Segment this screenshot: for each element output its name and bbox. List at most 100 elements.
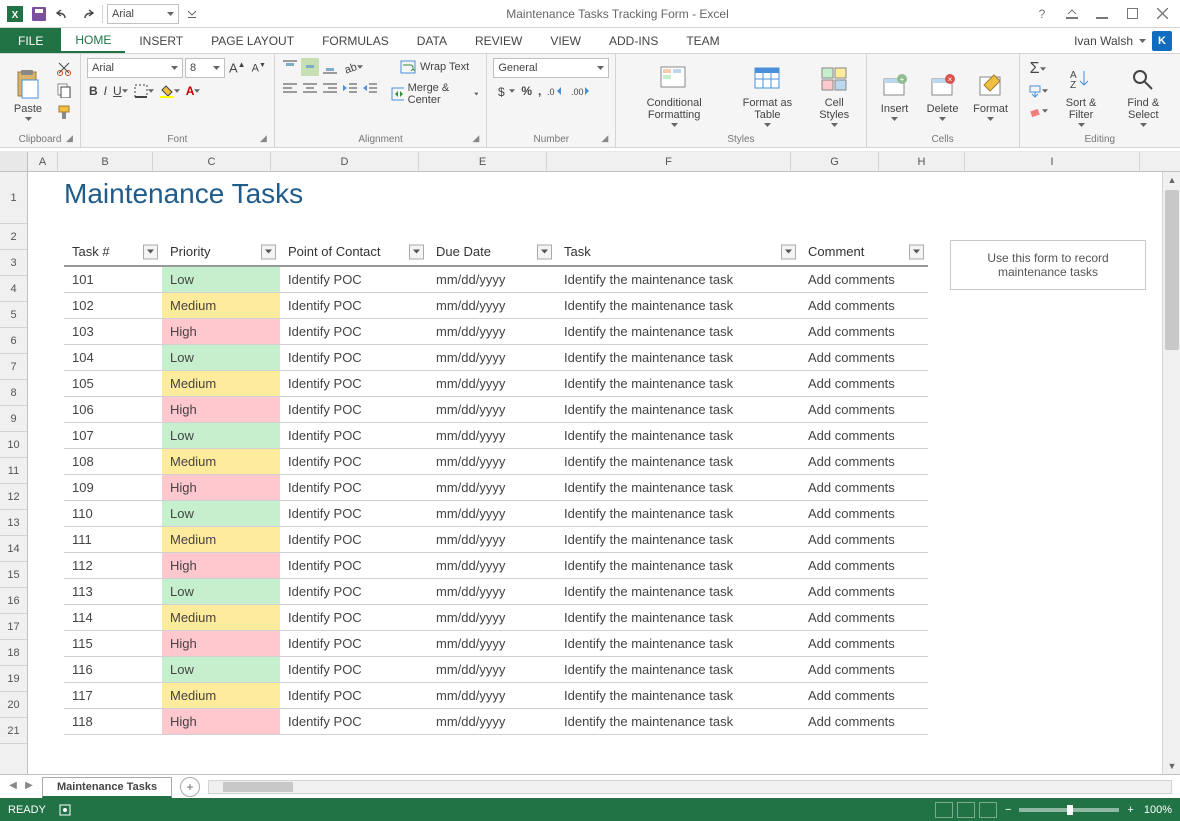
table-row[interactable]: 107LowIdentify POCmm/dd/yyyyIdentify the…: [64, 423, 928, 449]
cell[interactable]: 103: [64, 319, 162, 345]
column-header[interactable]: D: [271, 152, 419, 171]
cell[interactable]: Identify the maintenance task: [556, 345, 800, 371]
borders-icon[interactable]: [132, 82, 156, 100]
cell[interactable]: 107: [64, 423, 162, 449]
cell[interactable]: Identify POC: [280, 319, 428, 345]
cell[interactable]: Identify the maintenance task: [556, 423, 800, 449]
table-header[interactable]: Priority: [162, 238, 280, 266]
tab-view[interactable]: VIEW: [536, 28, 595, 53]
table-row[interactable]: 116LowIdentify POCmm/dd/yyyyIdentify the…: [64, 657, 928, 683]
tab-review[interactable]: REVIEW: [461, 28, 536, 53]
cell[interactable]: mm/dd/yyyy: [428, 293, 556, 319]
fill-icon[interactable]: [1026, 82, 1050, 100]
filter-dropdown-icon[interactable]: [261, 244, 276, 259]
dialog-launcher-icon[interactable]: ◢: [601, 133, 613, 145]
table-header[interactable]: Point of Contact: [280, 238, 428, 266]
row-header[interactable]: 8: [0, 380, 27, 406]
find-select-button[interactable]: Find & Select: [1113, 58, 1174, 132]
row-header[interactable]: 7: [0, 354, 27, 380]
tab-scroll-left-icon[interactable]: ◀: [6, 780, 20, 794]
align-center-icon[interactable]: [301, 80, 319, 96]
cell[interactable]: Add comments: [800, 266, 928, 293]
decrease-indent-icon[interactable]: [341, 80, 359, 96]
sort-filter-button[interactable]: AZSort & Filter: [1054, 58, 1109, 132]
cell[interactable]: Identify the maintenance task: [556, 293, 800, 319]
row-header[interactable]: 14: [0, 536, 27, 562]
filter-dropdown-icon[interactable]: [143, 244, 158, 259]
qat-font-combo[interactable]: Arial: [107, 4, 179, 24]
cell[interactable]: mm/dd/yyyy: [428, 319, 556, 345]
cell[interactable]: Identify the maintenance task: [556, 579, 800, 605]
cut-icon[interactable]: [54, 58, 74, 78]
redo-icon[interactable]: [76, 3, 98, 25]
cell[interactable]: Identify POC: [280, 397, 428, 423]
cell[interactable]: Add comments: [800, 371, 928, 397]
excel-icon[interactable]: X: [4, 3, 26, 25]
cell[interactable]: Medium: [162, 449, 280, 475]
macro-record-icon[interactable]: [58, 803, 72, 817]
worksheet-grid[interactable]: Maintenance Tasks Task #PriorityPoint of…: [28, 172, 1162, 774]
row-header[interactable]: 5: [0, 302, 27, 328]
cell[interactable]: High: [162, 319, 280, 345]
tab-home[interactable]: HOME: [61, 28, 125, 53]
column-header[interactable]: B: [58, 152, 153, 171]
row-header[interactable]: 11: [0, 458, 27, 484]
cell[interactable]: Low: [162, 266, 280, 293]
table-row[interactable]: 108MediumIdentify POCmm/dd/yyyyIdentify …: [64, 449, 928, 475]
cell[interactable]: Identify POC: [280, 266, 428, 293]
cell[interactable]: 104: [64, 345, 162, 371]
cell[interactable]: Add comments: [800, 423, 928, 449]
cell[interactable]: mm/dd/yyyy: [428, 579, 556, 605]
row-header[interactable]: 3: [0, 250, 27, 276]
cell[interactable]: Identify the maintenance task: [556, 553, 800, 579]
cell[interactable]: 112: [64, 553, 162, 579]
filter-dropdown-icon[interactable]: [781, 244, 796, 259]
row-header[interactable]: 6: [0, 328, 27, 354]
cell[interactable]: Low: [162, 501, 280, 527]
cell[interactable]: High: [162, 709, 280, 735]
decrease-font-icon[interactable]: A▼: [250, 60, 268, 77]
conditional-formatting-button[interactable]: Conditional Formatting: [622, 58, 726, 132]
minimize-icon[interactable]: [1088, 4, 1116, 24]
table-row[interactable]: 101LowIdentify POCmm/dd/yyyyIdentify the…: [64, 266, 928, 293]
table-row[interactable]: 113LowIdentify POCmm/dd/yyyyIdentify the…: [64, 579, 928, 605]
clear-icon[interactable]: [1026, 102, 1050, 120]
cell[interactable]: Add comments: [800, 631, 928, 657]
zoom-out-icon[interactable]: −: [1005, 804, 1011, 816]
table-row[interactable]: 110LowIdentify POCmm/dd/yyyyIdentify the…: [64, 501, 928, 527]
ribbon-options-icon[interactable]: [1058, 4, 1086, 24]
row-headers[interactable]: 123456789101112131415161718192021: [0, 172, 28, 774]
save-icon[interactable]: [28, 3, 50, 25]
cell[interactable]: Identify POC: [280, 579, 428, 605]
cell[interactable]: Identify the maintenance task: [556, 709, 800, 735]
cell[interactable]: Identify the maintenance task: [556, 605, 800, 631]
scroll-down-icon[interactable]: ▼: [1163, 758, 1180, 774]
cell[interactable]: Identify POC: [280, 631, 428, 657]
cell[interactable]: Identify the maintenance task: [556, 319, 800, 345]
scroll-thumb[interactable]: [1165, 190, 1179, 350]
dialog-launcher-icon[interactable]: ◢: [66, 133, 78, 145]
cell[interactable]: Add comments: [800, 293, 928, 319]
user-avatar[interactable]: K: [1152, 31, 1172, 51]
table-row[interactable]: 109HighIdentify POCmm/dd/yyyyIdentify th…: [64, 475, 928, 501]
cell[interactable]: Add comments: [800, 449, 928, 475]
cell[interactable]: Add comments: [800, 657, 928, 683]
cell[interactable]: mm/dd/yyyy: [428, 266, 556, 293]
wrap-text-button[interactable]: Wrap Text: [389, 58, 480, 76]
table-row[interactable]: 102MediumIdentify POCmm/dd/yyyyIdentify …: [64, 293, 928, 319]
cell[interactable]: Add comments: [800, 527, 928, 553]
cell[interactable]: Add comments: [800, 475, 928, 501]
align-middle-icon[interactable]: [301, 58, 319, 76]
row-header[interactable]: 4: [0, 276, 27, 302]
italic-icon[interactable]: I: [102, 82, 109, 100]
increase-indent-icon[interactable]: [361, 80, 379, 96]
bold-icon[interactable]: B: [87, 82, 100, 100]
tab-insert[interactable]: INSERT: [125, 28, 197, 53]
table-row[interactable]: 111MediumIdentify POCmm/dd/yyyyIdentify …: [64, 527, 928, 553]
cell[interactable]: Identify POC: [280, 345, 428, 371]
copy-icon[interactable]: [54, 80, 74, 100]
select-all-corner[interactable]: [0, 152, 28, 171]
row-header[interactable]: 12: [0, 484, 27, 510]
row-header[interactable]: 17: [0, 614, 27, 640]
tab-scroll-right-icon[interactable]: ▶: [22, 780, 36, 794]
